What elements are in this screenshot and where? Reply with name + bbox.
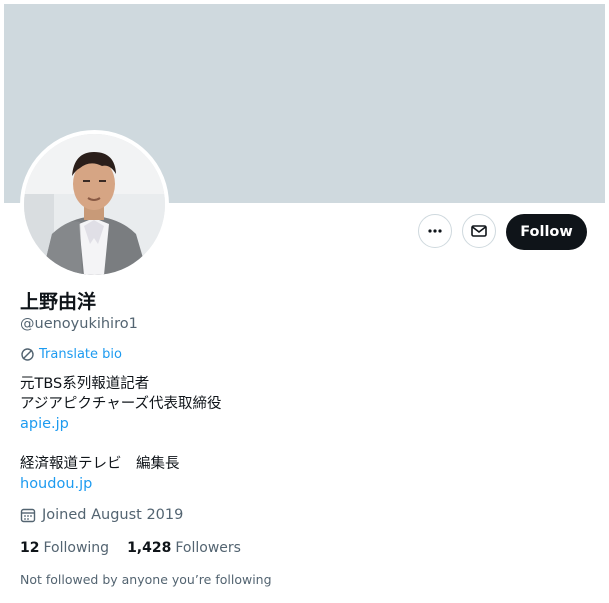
calendar-icon bbox=[20, 508, 36, 523]
more-button[interactable] bbox=[418, 214, 452, 248]
translate-icon bbox=[21, 348, 34, 361]
display-name: 上野由洋 bbox=[20, 291, 97, 313]
translate-bio-link[interactable]: Translate bio bbox=[20, 347, 122, 362]
bio-line-3: 経済報道テレビ 編集長 bbox=[20, 456, 180, 472]
followers-label: Followers bbox=[175, 540, 241, 556]
message-button[interactable] bbox=[462, 214, 496, 248]
avatar[interactable] bbox=[20, 130, 169, 279]
followers-link[interactable]: 1,428 Followers bbox=[127, 540, 241, 556]
joined-label: Joined August 2019 bbox=[42, 507, 184, 523]
more-icon bbox=[428, 229, 442, 233]
profile-frame: Follow 上野由洋 @uenoyukihiro1 Translate bio… bbox=[4, 4, 605, 601]
following-label: Following bbox=[43, 540, 110, 556]
followers-count: 1,428 bbox=[127, 540, 172, 556]
following-link[interactable]: 12 Following bbox=[20, 540, 109, 556]
not-followed-note: Not followed by anyone you’re following bbox=[20, 572, 272, 587]
avatar-photo bbox=[24, 134, 165, 275]
following-count: 12 bbox=[20, 540, 40, 556]
user-handle: @uenoyukihiro1 bbox=[20, 316, 138, 332]
bio-line-2: アジアピクチャーズ代表取締役 bbox=[20, 396, 222, 412]
mail-icon bbox=[471, 225, 487, 237]
bio-link-houdou[interactable]: houdou.jp bbox=[20, 474, 92, 494]
joined-date: Joined August 2019 bbox=[20, 507, 183, 523]
follow-button[interactable]: Follow bbox=[506, 214, 587, 250]
bio-link-apie[interactable]: apie.jp bbox=[20, 414, 69, 434]
bio-line-1: 元TBS系列報道記者 bbox=[20, 376, 150, 392]
follow-stats: 12 Following 1,428 Followers bbox=[20, 540, 259, 556]
translate-label: Translate bio bbox=[39, 347, 122, 362]
